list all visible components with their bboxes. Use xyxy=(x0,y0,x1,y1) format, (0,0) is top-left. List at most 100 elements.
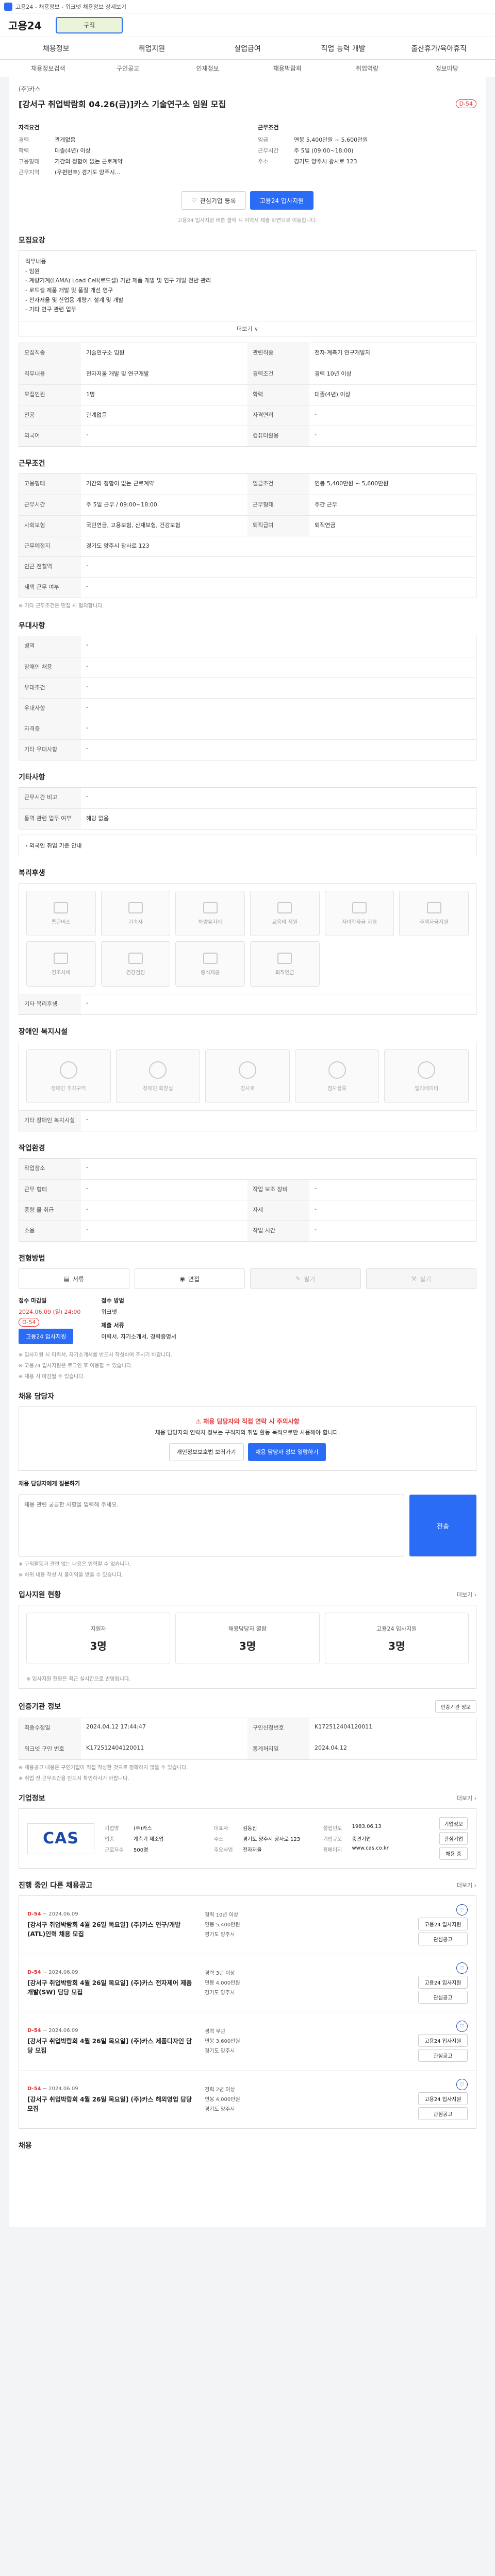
access-label: 장애인 화장실 xyxy=(143,1086,173,1092)
job-save-button[interactable]: 관심공고 xyxy=(418,1991,468,2004)
view-contact-button[interactable]: 채용 담당자 정보 열람하기 xyxy=(248,1443,326,1462)
bus-icon xyxy=(54,902,69,913)
job-apply-button[interactable]: 고용24 입사지원 xyxy=(418,2092,468,2106)
ci-value: 1983.06.13 xyxy=(352,1824,382,1830)
job-title-text: [강서구 취업박람회 04.26(금)]카스 기술연구소 임원 모집 xyxy=(19,99,226,109)
subnav-item[interactable]: 구인공고 xyxy=(88,64,168,73)
facility-label: 교육비 지원 xyxy=(272,919,298,925)
nav-item[interactable]: 채용정보 xyxy=(8,43,104,54)
ci-value: 김동진 xyxy=(242,1826,257,1832)
kv-value: 대졸(4년) 이상 xyxy=(55,147,91,154)
search-input[interactable]: 구직 xyxy=(56,16,123,33)
subnav-item[interactable]: 정보마당 xyxy=(407,64,487,73)
job-item-title[interactable]: [강서구 취업박람회 4월 26일 목요일] (주)카스 제품디자인 담당 모집 xyxy=(27,2037,197,2055)
etc-link-panel: › 외국인 취업 기준 안내 xyxy=(19,835,476,857)
deadline-date: 2024.06.09 (일) 24:00 xyxy=(19,1309,81,1316)
td: 해당 없음 xyxy=(86,815,109,822)
apply-note: ※ 고용24 입사지원은 로그인 후 이용할 수 있습니다. xyxy=(19,1363,133,1369)
nav-item[interactable]: 실업급여 xyxy=(200,43,295,54)
company-name[interactable]: (주)카스 xyxy=(19,84,476,93)
corp-like-button[interactable]: 관심기업 xyxy=(439,1832,468,1845)
more-button[interactable]: 더보기 ∨ xyxy=(19,321,476,336)
facility-card: 퇴직연금 xyxy=(250,941,320,987)
facility-label: 통근버스 xyxy=(51,919,71,925)
th: 임금조건 xyxy=(248,474,309,495)
job-save-button[interactable]: 관심공고 xyxy=(418,2049,468,2062)
scholarship-icon xyxy=(352,902,367,913)
job-list-item[interactable]: D-54 ~ 2024.06.09 [강서구 취업박람회 4월 26일 목요일]… xyxy=(19,2012,476,2070)
cert-button[interactable]: 인증기관 정보 xyxy=(435,1700,476,1713)
car-icon xyxy=(203,902,218,913)
job-save-button[interactable]: 관심공고 xyxy=(418,2107,468,2121)
corp-more-link[interactable]: 더보기 › xyxy=(457,1794,476,1802)
heart-icon[interactable]: ♡ xyxy=(456,1904,468,1916)
job-item-title[interactable]: [강서구 취업박람회 4월 26일 목요일] (주)카스 전자제어 제품 개발(… xyxy=(27,1978,197,1997)
subnav-item[interactable]: 채용정보검색 xyxy=(8,64,88,73)
heart-icon[interactable]: ♡ xyxy=(456,2021,468,2032)
job-item-title[interactable]: [강서구 취업박람회 4월 26일 목요일] (주)카스 연구/개발(ATL)인… xyxy=(27,1920,197,1939)
td: 국민연금, 고용보험, 산재보험, 건강보험 xyxy=(86,522,180,529)
foreigner-link[interactable]: › 외국인 취업 기준 안내 xyxy=(25,842,81,849)
nav-item[interactable]: 출산휴가/육아휴직 xyxy=(391,43,487,54)
section-title: 장애인 복지시설 xyxy=(19,1028,68,1037)
job-apply-button[interactable]: 고용24 입사지원 xyxy=(418,2034,468,2047)
heart-icon[interactable]: ♡ xyxy=(456,2079,468,2091)
other-jobs-more-link[interactable]: 더보기 › xyxy=(457,1881,476,1889)
td: - xyxy=(315,1206,317,1213)
apply-button[interactable]: 고용24 입사지원 xyxy=(19,1329,74,1345)
environment-table: 작업장소 - 근무 형태 - 작업 보조 장비 - 중량 물 취급 - 자세 - 소음 - 작업 … xyxy=(19,1158,476,1242)
job-date: ~ 2024.06.09 xyxy=(42,2086,78,2092)
header: 고용24 구직 xyxy=(0,13,495,37)
job-apply-button[interactable]: 고용24 입사지원 xyxy=(418,1918,468,1931)
send-button[interactable]: 전송 xyxy=(409,1495,476,1557)
job-dday: D-54 xyxy=(27,1911,41,1917)
privacy-law-button[interactable]: 개인정보보호법 보러가기 xyxy=(169,1443,244,1462)
section-title: 채용 담당자 xyxy=(19,1393,55,1401)
job-list-item[interactable]: D-54 ~ 2024.06.09 [강서구 취업박람회 4월 26일 목요일]… xyxy=(19,1896,476,1954)
files-label: 제출 서류 xyxy=(101,1322,124,1329)
job-list-item[interactable]: D-54 ~ 2024.06.09 [강서구 취업박람회 4월 26일 목요일]… xyxy=(19,2070,476,2128)
subnav-item[interactable]: 채용박람회 xyxy=(248,64,327,73)
job-title: [강서구 취업박람회 04.26(금)]카스 기술연구소 임원 모집 D-54 xyxy=(19,97,476,110)
nav-item[interactable]: 직업 능력 개발 xyxy=(295,43,391,54)
condition-table: 고용형태 기간의 정함이 없는 근로계약 임금조건 연봉 5,400만원 ~ 5,60… xyxy=(19,473,476,599)
kv-value: 주 5일 (09:00~18:00) xyxy=(294,147,354,154)
inquiry-textarea[interactable] xyxy=(19,1495,404,1557)
ci-value: 경기도 양주시 광사로 123 xyxy=(242,1837,301,1843)
site-logo[interactable]: 고용24 xyxy=(8,18,50,32)
job-item-title[interactable]: [강서구 취업박람회 4월 26일 목요일] (주)카스 해외영업 담당 모집 xyxy=(27,2095,197,2113)
job-meta: 경기도 양주시 xyxy=(205,1990,235,1996)
th: 경력조건 xyxy=(248,364,309,385)
corp-jobs-button[interactable]: 채용 중 xyxy=(439,1847,468,1860)
recruit-table: 모집직종 기술연구소 임원 관련직종 전자·계측기 연구개발자 직무내용 전자저울 개발… xyxy=(19,343,476,447)
kv-key: 고용형태 xyxy=(19,158,40,165)
subnav-item[interactable]: 인재정보 xyxy=(168,64,248,73)
td: - xyxy=(86,999,88,1007)
kv-key: 근무시간 xyxy=(258,147,279,154)
job-apply-button[interactable]: 고용24 입사지원 xyxy=(418,1976,468,1989)
job-meta: 경력 2년 이상 xyxy=(205,2087,235,2093)
subnav-item[interactable]: 취업역량 xyxy=(327,64,407,73)
job-meta: 연봉 5,400만원 xyxy=(205,1922,240,1928)
apply-button[interactable]: 고용24 입사지원 xyxy=(250,191,314,210)
ci-key: 주소 xyxy=(213,1837,224,1843)
ci-value: 중견기업 xyxy=(352,1837,371,1843)
job-list-item[interactable]: D-54 ~ 2024.06.09 [강서구 취업박람회 4월 26일 목요일]… xyxy=(19,1954,476,2012)
warning-title-text: 채용 담당자와 직접 연락 시 주의사항 xyxy=(203,1418,300,1426)
corp-buttons: 기업정보 관심기업 채용 중 xyxy=(439,1817,468,1860)
job-meta: 경력 3년 이상 xyxy=(205,1970,235,1976)
like-company-button[interactable]: ♡ 관심기업 등록 xyxy=(181,191,246,210)
nav-item[interactable]: 취업지원 xyxy=(104,43,200,54)
td: - xyxy=(315,1226,317,1233)
etc-table: 근무시간 비고 - 통역 관련 업무 여부 해당 없음 xyxy=(19,787,476,830)
stats-more-link[interactable]: 더보기 › xyxy=(457,1590,476,1599)
ci-value[interactable]: www.cas.co.kr xyxy=(352,1845,388,1853)
kv-value: 관계없음 xyxy=(55,137,76,143)
kv-key: 주소 xyxy=(258,158,269,165)
corp-info-button[interactable]: 기업정보 xyxy=(439,1817,468,1831)
th: 근무예정지 xyxy=(19,536,81,557)
td: 2024.04.12 xyxy=(315,1744,347,1752)
job-dday: D-54 xyxy=(27,2086,41,2092)
heart-icon[interactable]: ♡ xyxy=(456,1962,468,1974)
job-save-button[interactable]: 관심공고 xyxy=(418,1933,468,1946)
